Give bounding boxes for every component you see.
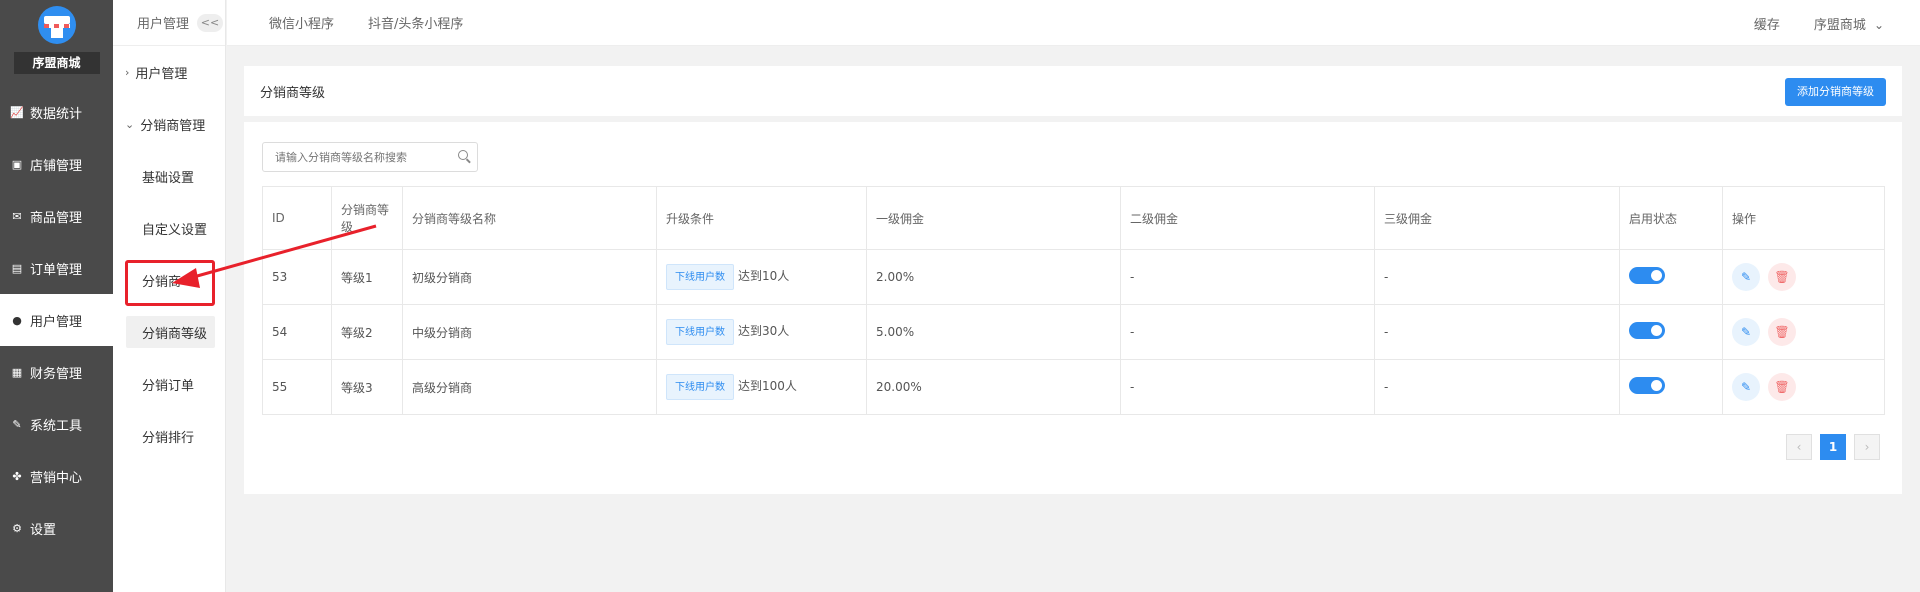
annotation-arrow (172, 224, 377, 288)
